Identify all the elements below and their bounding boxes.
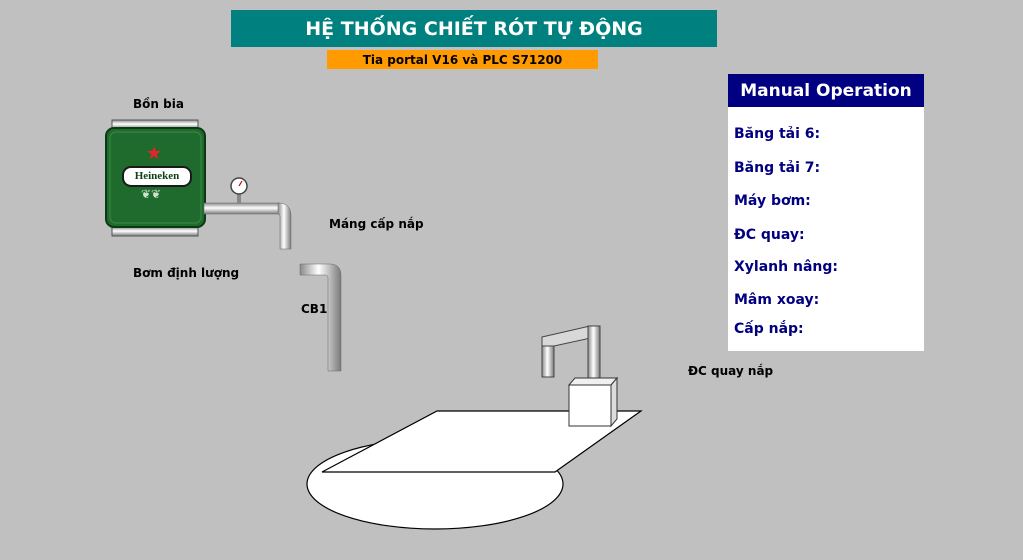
- sensor-label: CB1: [301, 302, 328, 316]
- outlet-pipe: [203, 202, 292, 250]
- metering-pump-label: Bơm định lượng: [133, 266, 240, 280]
- manual-item-cap-feed[interactable]: Cấp nắp:: [734, 321, 804, 337]
- cap-motor-box: [567, 376, 619, 428]
- manual-item-lift-cylinder[interactable]: Xylanh nâng:: [734, 259, 838, 275]
- pressure-gauge-icon: [230, 177, 248, 204]
- cap-stand: [541, 325, 601, 379]
- brand-name: Heineken: [122, 166, 192, 187]
- red-star-icon: ★: [146, 143, 163, 164]
- rotary-table: [306, 410, 643, 530]
- manual-operation-title: Manual Operation: [728, 74, 924, 107]
- page-subtitle: Tia portal V16 và PLC S71200: [327, 50, 598, 69]
- manual-item-pump[interactable]: Máy bơm:: [734, 193, 811, 209]
- manual-item-conveyor-6[interactable]: Băng tải 6:: [734, 126, 820, 142]
- tank-label: Bồn bia: [133, 97, 184, 111]
- manual-operation-panel: Manual Operation Băng tải 6: Băng tải 7:…: [728, 74, 924, 351]
- manual-item-conveyor-7[interactable]: Băng tải 7:: [734, 160, 820, 176]
- manual-item-rotary-table[interactable]: Mâm xoay:: [734, 292, 819, 308]
- manual-item-rotate-motor[interactable]: ĐC quay:: [734, 227, 805, 243]
- cap-chute-label: Máng cấp nắp: [329, 217, 424, 231]
- pump-pipe: [299, 263, 342, 372]
- cap-motor-label: ĐC quay nắp: [688, 364, 774, 378]
- tank-bottom-cap: [111, 226, 199, 237]
- leaf-ornament-icon: ❦❦: [141, 187, 162, 201]
- page-title: HỆ THỐNG CHIẾT RÓT TỰ ĐỘNG: [231, 10, 717, 47]
- heineken-logo: ★ Heineken ❦❦: [118, 145, 193, 209]
